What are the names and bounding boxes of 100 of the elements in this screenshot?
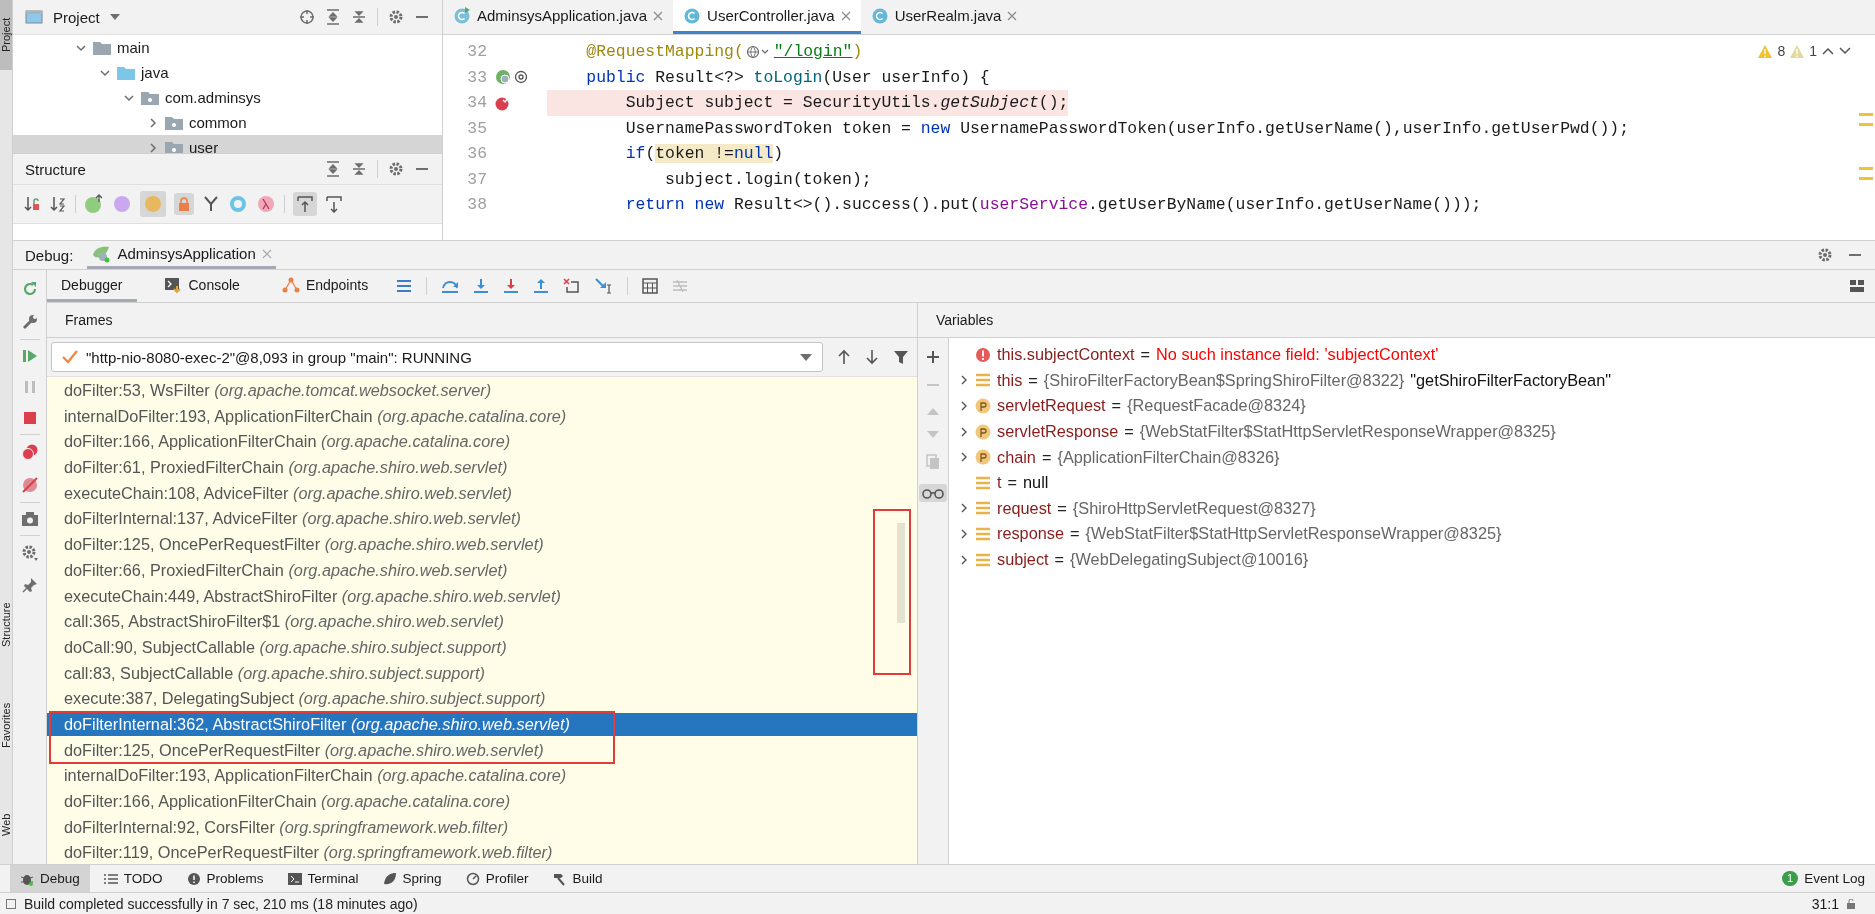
variable-row[interactable]: servletRequest = {RequestFacade@8324} bbox=[959, 393, 1875, 419]
variable-row[interactable]: servletResponse = {WebStatFilter$StatHttpServletResponseWrapper@8325} bbox=[959, 418, 1875, 445]
close-icon[interactable] bbox=[840, 10, 851, 21]
stack-frame[interactable]: internalDoFilter:193, ApplicationFilterChain (org.apache.catalina.core) bbox=[52, 404, 573, 428]
panel-toggle-icon[interactable] bbox=[6, 898, 16, 909]
side-tab[interactable]: Structure bbox=[0, 590, 12, 660]
layout-icon[interactable] bbox=[1849, 279, 1865, 293]
debugger-tab[interactable]: Endpoints bbox=[267, 270, 383, 302]
field-icon[interactable] bbox=[143, 194, 163, 214]
step-over-icon[interactable] bbox=[441, 278, 460, 294]
close-icon[interactable] bbox=[1007, 10, 1018, 21]
dropdown-icon[interactable] bbox=[109, 14, 120, 20]
caret-position[interactable]: 31:1 bbox=[1811, 895, 1839, 912]
stack-frame[interactable]: execute:387, DelegatingSubject (org.apache.shiro.subject.support) bbox=[52, 687, 552, 710]
chevron-icon[interactable] bbox=[959, 527, 969, 540]
collapse-all-icon[interactable] bbox=[351, 161, 367, 177]
variable-row[interactable]: response = {WebStatFilter$StatHttpServletResponseWrapper@8325} bbox=[959, 521, 1875, 547]
tree-item[interactable]: main bbox=[13, 35, 442, 60]
stack-frame[interactable]: executeChain:108, AdviceFilter (org.apache.shiro.web.servlet) bbox=[52, 481, 518, 505]
breakpoints-icon[interactable] bbox=[20, 443, 39, 461]
scroll-to-source-icon[interactable] bbox=[325, 195, 343, 213]
tool-window-tab[interactable]: TODO bbox=[93, 865, 173, 892]
tree-item[interactable]: user bbox=[13, 135, 442, 153]
debugger-tab[interactable]: Console bbox=[150, 270, 254, 302]
expand-all-icon[interactable] bbox=[325, 161, 341, 177]
hierarchy-icon[interactable] bbox=[202, 195, 220, 213]
panel-title[interactable]: Project bbox=[53, 8, 100, 26]
chevron-icon[interactable] bbox=[147, 141, 159, 153]
arrow-up-icon[interactable] bbox=[837, 349, 851, 365]
editor-tab[interactable]: UserController.java bbox=[673, 0, 861, 34]
inherited-icon[interactable] bbox=[84, 194, 104, 214]
add-icon[interactable] bbox=[926, 350, 940, 364]
stack-frame[interactable]: doFilter:66, ProxiedFilterChain (org.apache.shiro.web.servlet) bbox=[52, 558, 514, 582]
side-tab[interactable]: Favorites bbox=[0, 690, 12, 760]
sort-icon[interactable] bbox=[23, 195, 41, 213]
settings-icon[interactable] bbox=[388, 9, 404, 25]
chevron-icon[interactable] bbox=[959, 425, 969, 438]
stack-frame[interactable]: call:83, SubjectCallable (org.apache.shiro.subject.support) bbox=[52, 661, 491, 685]
stack-frame[interactable]: doFilterInternal:92, CorsFilter (org.springframework.web.filter) bbox=[52, 815, 515, 839]
arrow-down-icon[interactable] bbox=[865, 349, 879, 365]
event-log-button[interactable]: 1 Event Log bbox=[1772, 865, 1875, 892]
glasses-icon[interactable] bbox=[922, 487, 944, 499]
scroll-from-source-icon[interactable] bbox=[296, 195, 314, 213]
stack-frame[interactable]: doFilter:53, WsFilter (org.apache.tomcat.websocket.server) bbox=[52, 379, 498, 402]
tool-window-tab[interactable]: Build bbox=[542, 865, 613, 892]
tool-window-tab[interactable]: Terminal bbox=[277, 865, 369, 892]
resume-icon[interactable] bbox=[21, 348, 38, 364]
thread-dropdown[interactable]: "http-nio-8080-exec-2"@8,093 in group "main": RUNNING bbox=[51, 342, 823, 372]
calculator-icon[interactable] bbox=[642, 278, 659, 294]
stack-frame[interactable]: doCall:90, SubjectCallable (org.apache.shiro.subject.support) bbox=[52, 635, 513, 659]
breakpoint-icon[interactable] bbox=[495, 94, 511, 111]
weak-warning-count[interactable]: 1 bbox=[1809, 43, 1817, 59]
scrollbar[interactable] bbox=[897, 523, 905, 623]
chevron-down-icon[interactable] bbox=[1839, 46, 1851, 56]
variable-row[interactable]: t = null bbox=[959, 469, 1875, 496]
session-tab[interactable]: AdminsysApplication bbox=[87, 241, 276, 269]
stack-frame[interactable]: call:365, AbstractShiroFilter$1 (org.apache.shiro.web.servlet) bbox=[52, 610, 510, 633]
side-tab[interactable]: Project bbox=[0, 0, 12, 70]
sort-alphabetical-icon[interactable] bbox=[49, 195, 67, 213]
pin-icon[interactable] bbox=[21, 577, 38, 593]
expand-all-icon[interactable] bbox=[325, 9, 341, 25]
chevron-icon[interactable] bbox=[959, 502, 969, 515]
tree-item[interactable]: com.adminsys bbox=[13, 85, 442, 110]
lock-icon[interactable] bbox=[1847, 898, 1855, 909]
stack-frame[interactable]: internalDoFilter:193, ApplicationFilterChain (org.apache.catalina.core) bbox=[52, 764, 573, 787]
mute-breakpoints-icon[interactable] bbox=[20, 476, 39, 494]
settings-icon[interactable] bbox=[388, 161, 404, 177]
variable-row[interactable]: this.subjectContext = No such instance field: 'subjectContext' bbox=[959, 342, 1875, 368]
tool-window-tab[interactable]: Problems bbox=[176, 865, 274, 892]
variable-row[interactable]: this = {ShiroFilterFactoryBean$SpringShiroFilter@8322} "getShiroFilterFactoryBean" bbox=[959, 367, 1875, 394]
stack-frame[interactable]: doFilter:125, OncePerRequestFilter (org.apache.shiro.web.servlet) bbox=[52, 738, 550, 762]
force-step-into-icon[interactable] bbox=[503, 278, 520, 294]
variable-row[interactable]: chain = {ApplicationFilterChain@8326} bbox=[959, 444, 1875, 470]
chevron-icon[interactable] bbox=[959, 400, 969, 412]
variable-row[interactable]: subject = {WebDelegatingSubject@10016} bbox=[959, 546, 1875, 573]
stack-frame[interactable]: doFilter:125, OncePerRequestFilter (org.apache.shiro.web.servlet) bbox=[52, 533, 550, 556]
tool-window-tab[interactable]: Debug bbox=[10, 865, 90, 892]
stack-frame[interactable]: doFilterInternal:362, AbstractShiroFilter (org.apache.shiro.web.servlet) bbox=[47, 712, 917, 736]
chevron-icon[interactable] bbox=[959, 451, 969, 464]
settings-icon[interactable] bbox=[20, 544, 39, 562]
collapse-all-icon[interactable] bbox=[351, 9, 367, 25]
chevron-up-icon[interactable] bbox=[1822, 46, 1834, 56]
tool-window-tab[interactable]: Spring bbox=[372, 865, 452, 892]
chevron-icon[interactable] bbox=[147, 116, 159, 129]
menu-icon[interactable] bbox=[396, 279, 413, 293]
debugger-tab[interactable]: Debugger bbox=[47, 270, 137, 302]
stack-frame[interactable]: doFilter:61, ProxiedFilterChain (org.apache.shiro.web.servlet) bbox=[52, 456, 514, 479]
lambda-icon[interactable] bbox=[256, 194, 276, 214]
editor-tab[interactable]: UserRealm.java bbox=[860, 0, 1028, 34]
close-icon[interactable] bbox=[653, 10, 664, 21]
chevron-icon[interactable] bbox=[959, 374, 969, 387]
wrench-icon[interactable] bbox=[20, 313, 39, 331]
drop-frame-icon[interactable] bbox=[563, 278, 582, 294]
chevron-icon[interactable] bbox=[959, 553, 969, 566]
stack-frame[interactable]: doFilterInternal:137, AdviceFilter (org.apache.shiro.web.servlet) bbox=[52, 507, 527, 531]
tree-item[interactable]: common bbox=[13, 110, 442, 135]
stack-frame[interactable]: executeChain:449, AbstractShiroFilter (org.apache.shiro.web.servlet) bbox=[52, 584, 567, 608]
camera-icon[interactable] bbox=[20, 511, 39, 527]
step-into-icon[interactable] bbox=[473, 278, 490, 294]
variable-row[interactable]: request = {ShiroHttpServletRequest@8327} bbox=[959, 495, 1875, 522]
